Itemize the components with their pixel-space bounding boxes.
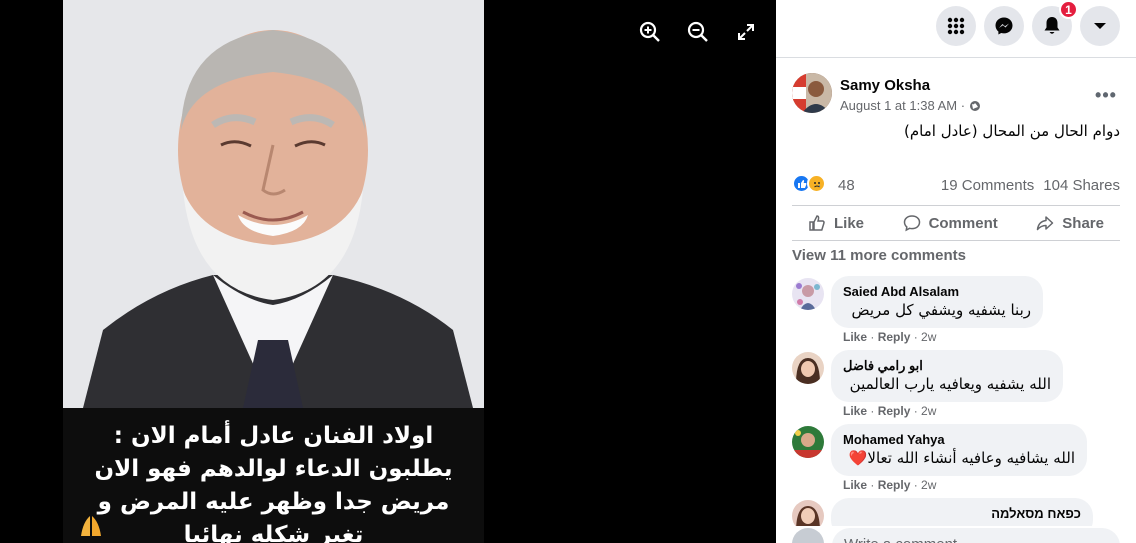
comment-time: 2w xyxy=(921,478,937,492)
comment-author[interactable]: ابو رامي فاضل xyxy=(843,358,1051,374)
photo-caption: اولاد الفنان عادل أمام الان : يطلبون الد… xyxy=(94,423,453,543)
comment-text: الله يشافيه وعافيه أنشاء الله تعالا❤️ xyxy=(848,449,1075,467)
comment-time: 2w xyxy=(921,404,937,418)
post-header: Samy Oksha August 1 at 1:38 AM · ••• xyxy=(792,73,1122,117)
current-user-avatar[interactable] xyxy=(792,528,824,543)
post-photo[interactable]: اولاد الفنان عادل أمام الان : يطلبون الد… xyxy=(63,0,484,543)
zoom-in-icon[interactable] xyxy=(636,18,664,46)
comment-bubble: ابو رامي فاضل الله يشفيه ويعافيه يارب ال… xyxy=(831,350,1063,402)
comment-item: ابو رامي فاضل الله يشفيه ويعافيه يارب ال… xyxy=(792,348,1122,418)
reaction-icons[interactable] xyxy=(792,174,826,193)
comment-author[interactable]: Mohamed Yahya xyxy=(843,432,1075,448)
comment-bubble: כפאח מסאלמה xyxy=(831,498,1093,526)
comment-icon xyxy=(903,215,920,232)
post-timestamp[interactable]: August 1 at 1:38 AM · xyxy=(840,98,965,113)
comment-actions: Like · Reply · 2w xyxy=(843,330,937,344)
comment-bubble: Mohamed Yahya الله يشافيه وعافيه أنشاء ا… xyxy=(831,424,1087,476)
fullscreen-icon[interactable] xyxy=(732,18,760,46)
comment-input[interactable]: Write a comment... xyxy=(832,528,1120,543)
sad-reaction-icon xyxy=(807,174,826,193)
commenter-avatar[interactable] xyxy=(792,500,824,526)
reactions-row: 48 19 Comments 104 Shares xyxy=(792,174,1120,196)
account-dropdown-icon[interactable] xyxy=(1080,6,1120,46)
comment-text: الله يشفيه ويعافيه يارب العالمين xyxy=(849,375,1051,393)
zoom-out-icon[interactable] xyxy=(684,18,712,46)
commenter-avatar[interactable] xyxy=(792,426,824,458)
post-options-button[interactable]: ••• xyxy=(1090,79,1122,111)
post-author[interactable]: Samy Oksha xyxy=(840,77,930,94)
photo-caption-area: اولاد الفنان عادل أمام الان : يطلبون الد… xyxy=(63,408,484,543)
comment-item: כפאח מסאלמה xyxy=(792,496,1122,526)
commenter-avatar[interactable] xyxy=(792,278,824,310)
comment-label: Comment xyxy=(928,214,998,232)
comment-actions: Like · Reply · 2w xyxy=(843,478,937,492)
comment-reply-button[interactable]: Reply xyxy=(878,330,911,344)
like-icon xyxy=(809,215,825,231)
praying-hands-icon xyxy=(81,516,101,536)
post-meta: August 1 at 1:38 AM · xyxy=(840,98,981,113)
post-text: دوام الحال من المحال (عادل امام) xyxy=(904,122,1120,140)
comment-like-button[interactable]: Like xyxy=(843,330,867,344)
comment-like-button[interactable]: Like xyxy=(843,404,867,418)
menu-grid-icon[interactable] xyxy=(936,6,976,46)
comment-time: 2w xyxy=(921,330,937,344)
comment-input-row: Write a comment... xyxy=(792,528,1120,543)
like-button[interactable]: Like xyxy=(808,214,864,232)
comments-count[interactable]: 19 Comments xyxy=(941,177,1034,194)
comment-text: ربنا يشفيه ويشفي كل مريض xyxy=(851,301,1031,319)
comment-bubble: Saied Abd Alsalam ربنا يشفيه ويشفي كل مر… xyxy=(831,276,1043,328)
share-button[interactable]: Share xyxy=(1036,214,1104,232)
share-icon xyxy=(1037,216,1054,231)
comment-item: Saied Abd Alsalam ربنا يشفيه ويشفي كل مر… xyxy=(792,274,1122,344)
messenger-icon[interactable] xyxy=(984,6,1024,46)
post-actions: Like Comment Share xyxy=(792,205,1120,241)
view-more-comments[interactable]: View 11 more comments xyxy=(792,247,966,264)
share-label: Share xyxy=(1062,214,1104,232)
comment-item: Mohamed Yahya الله يشافيه وعافيه أنشاء ا… xyxy=(792,422,1122,492)
comment-author[interactable]: כפאח מסאלמה xyxy=(843,506,1081,522)
notification-badge: 1 xyxy=(1059,0,1078,19)
like-label: Like xyxy=(834,214,865,232)
photo-portrait xyxy=(63,0,484,408)
shares-count[interactable]: 104 Shares xyxy=(1043,177,1120,194)
comment-like-button[interactable]: Like xyxy=(843,478,867,492)
post-panel: 1 Samy Oksha August 1 at 1:38 AM · ••• د… xyxy=(776,0,1136,543)
comment-reply-button[interactable]: Reply xyxy=(878,404,911,418)
photo-viewer: اولاد الفنان عادل أمام الان : يطلبون الد… xyxy=(0,0,776,543)
commenter-avatar[interactable] xyxy=(792,352,824,384)
comment-reply-button[interactable]: Reply xyxy=(878,478,911,492)
notifications-icon[interactable]: 1 xyxy=(1032,0,1078,46)
comment-author[interactable]: Saied Abd Alsalam xyxy=(843,284,1031,300)
globe-icon xyxy=(970,100,981,111)
reaction-count[interactable]: 48 xyxy=(838,177,855,194)
comment-actions: Like · Reply · 2w xyxy=(843,404,937,418)
comment-button[interactable]: Comment xyxy=(903,214,998,232)
top-bar: 1 xyxy=(776,0,1136,58)
author-avatar[interactable] xyxy=(792,73,832,113)
